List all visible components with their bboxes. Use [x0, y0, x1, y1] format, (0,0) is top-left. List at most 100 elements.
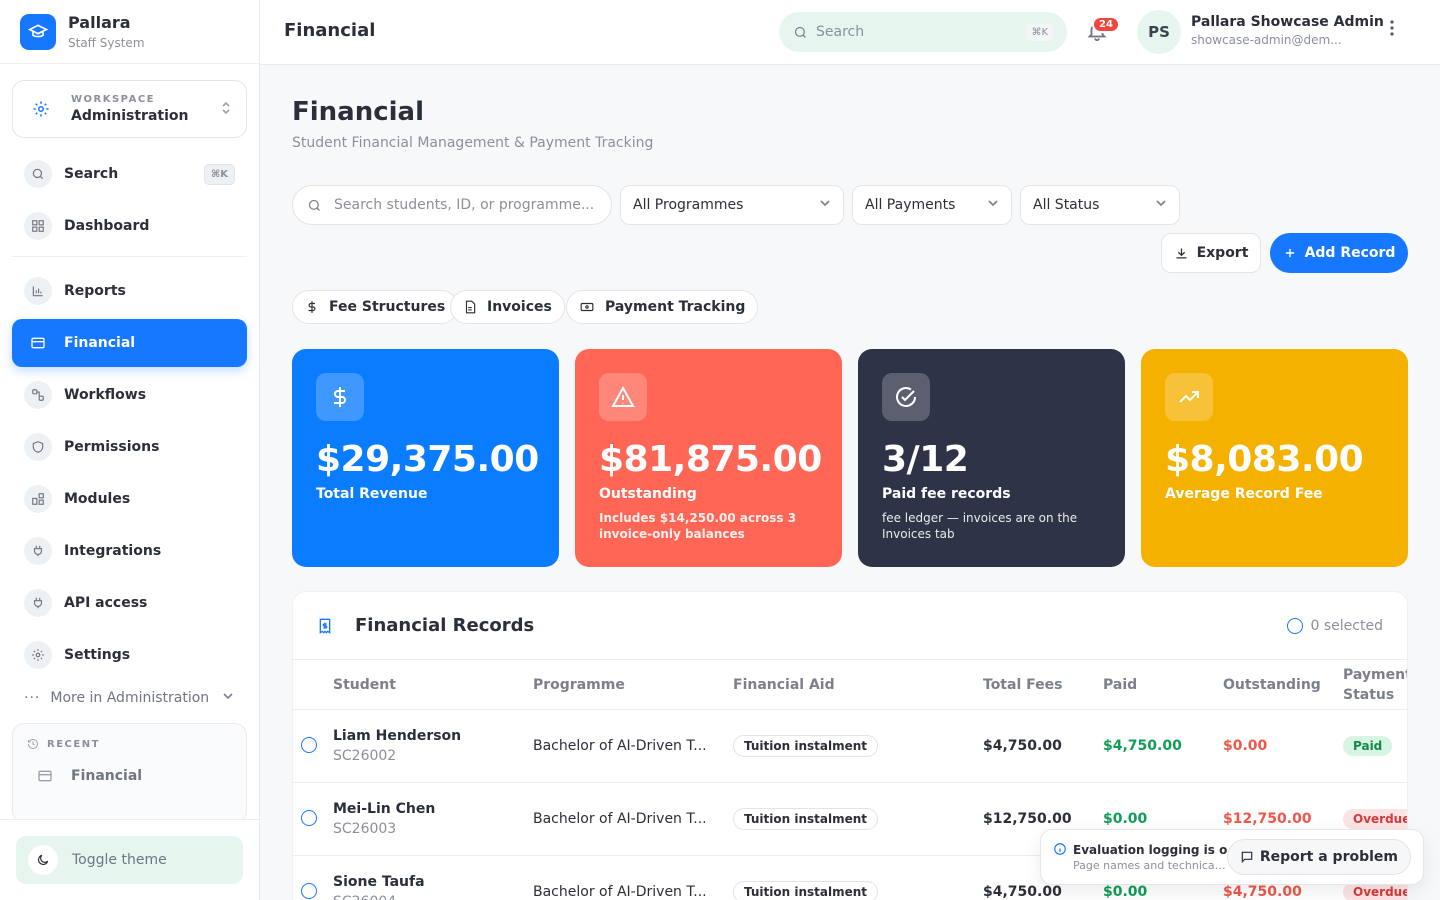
aid-badge: Tuition instalment — [733, 735, 879, 757]
workspace-kicker: WORKSPACE — [71, 94, 156, 105]
add-record-button[interactable]: Add Record — [1270, 233, 1408, 273]
sidebar-item-reports[interactable]: Reports — [12, 267, 247, 315]
alert-triangle-icon — [599, 373, 647, 421]
sidebar-item-label: Settings — [64, 647, 131, 663]
stat-card-paid-records: 3/12 Paid fee records fee ledger — invoi… — [858, 349, 1125, 567]
tab-payment-tracking[interactable]: Payment Tracking — [566, 290, 759, 324]
sidebar-item-search[interactable]: Search ⌘K — [12, 150, 247, 198]
chevron-down-icon — [819, 197, 831, 213]
plug-icon — [24, 589, 52, 617]
tab-invoices[interactable]: Invoices — [450, 290, 565, 324]
sidebar-item-financial[interactable]: Financial — [12, 319, 247, 367]
sidebar-item-settings[interactable]: Settings — [12, 631, 247, 679]
programme-select-value: All Programmes — [633, 197, 744, 213]
shortcut-hint: ⌘K — [203, 163, 235, 185]
column-header[interactable]: Financial Aid — [733, 677, 835, 693]
table-row[interactable]: Liam Henderson SC26002 Bachelor of AI-Dr… — [293, 710, 1407, 783]
recent-item-financial[interactable]: Financial — [27, 768, 232, 784]
column-header[interactable]: Programme — [533, 677, 625, 693]
stat-value: 3/12 — [882, 439, 969, 480]
receipt-icon — [317, 617, 333, 635]
status-select[interactable]: All Status — [1020, 185, 1180, 225]
report-problem-button[interactable]: Report a problem — [1226, 839, 1411, 875]
toggle-theme-button[interactable]: Toggle theme — [16, 836, 243, 884]
selection-label: 0 selected — [1310, 617, 1383, 634]
sidebar: Pallara Staff System WORKSPACE Administr… — [0, 0, 260, 900]
sidebar-item-integrations[interactable]: Integrations — [12, 527, 247, 575]
stat-note: Includes $14,250.00 across 3 invoice-onl… — [599, 511, 797, 541]
chevron-down-icon — [1155, 197, 1167, 213]
gear-icon — [24, 641, 52, 669]
stat-card-total-revenue: $29,375.00 Total Revenue — [292, 349, 559, 567]
row-checkbox[interactable] — [301, 737, 317, 753]
evaluation-logging-toast: Evaluation logging is on Page names and … — [1040, 829, 1424, 885]
sidebar-item-label: Integrations — [64, 543, 162, 559]
sidebar-item-workflows[interactable]: Workflows — [12, 371, 247, 419]
info-icon — [1053, 842, 1067, 856]
toggle-theme-label: Toggle theme — [72, 852, 167, 868]
avatar[interactable]: PS — [1137, 10, 1181, 54]
tab-fee-structures[interactable]: Fee Structures — [292, 290, 459, 324]
recent-panel: RECENT Financial — [12, 723, 247, 823]
export-label: Export — [1196, 245, 1249, 261]
more-dots-icon: ··· — [24, 690, 41, 706]
recent-item-label: Financial — [71, 768, 143, 784]
column-header[interactable]: Total Fees — [983, 677, 1062, 693]
global-search-input[interactable]: Search ⌘K — [779, 12, 1067, 52]
column-header[interactable]: Payment Status — [1343, 665, 1407, 705]
sidebar-item-api-access[interactable]: API access — [12, 579, 247, 627]
recent-title: RECENT — [47, 738, 100, 750]
status-badge: Overdue — [1343, 809, 1407, 829]
notification-badge: 24 — [1092, 16, 1120, 33]
row-checkbox[interactable] — [301, 883, 317, 899]
more-vertical-icon[interactable] — [1390, 20, 1394, 41]
programme-select[interactable]: All Programmes — [620, 185, 844, 225]
plus-icon — [1283, 246, 1297, 260]
status-badge: Paid — [1343, 736, 1393, 756]
column-header[interactable]: Outstanding — [1223, 677, 1321, 693]
select-all-checkbox[interactable] — [1286, 617, 1303, 634]
more-label: More in Administration — [50, 690, 210, 706]
stat-label: Paid fee records — [882, 486, 1011, 502]
outstanding-cell: $12,750.00 — [1223, 811, 1312, 827]
bar-chart-icon — [24, 277, 52, 305]
workspace-switcher[interactable]: WORKSPACE Administration — [12, 80, 247, 138]
more-in-workspace[interactable]: ··· More in Administration — [24, 690, 234, 706]
sidebar-nav: Search ⌘K Dashboard Reports Financial Wo… — [12, 150, 247, 683]
sidebar-item-dashboard[interactable]: Dashboard — [12, 202, 247, 250]
payments-select[interactable]: All Payments — [852, 185, 1012, 225]
sidebar-item-label: Reports — [64, 283, 126, 299]
records-search-input[interactable]: Search students, ID, or programme... — [292, 185, 612, 225]
shield-icon — [24, 433, 52, 461]
moon-icon — [28, 845, 58, 875]
paid-cell: $0.00 — [1103, 884, 1148, 900]
workflow-icon — [24, 381, 52, 409]
column-header[interactable]: Paid — [1103, 677, 1137, 693]
records-title: Financial Records — [355, 615, 535, 636]
shortcut-hint: ⌘K — [1026, 23, 1053, 41]
user-info[interactable]: Pallara Showcase Admin showcase-admin@de… — [1191, 14, 1384, 47]
export-button[interactable]: Export — [1161, 233, 1261, 273]
cash-icon — [579, 300, 595, 314]
chevron-down-icon — [222, 690, 234, 706]
graduation-cap-icon — [20, 13, 56, 50]
stat-label: Total Revenue — [316, 486, 428, 502]
total-fees-cell: $4,750.00 — [983, 738, 1062, 754]
column-header[interactable]: Student — [333, 677, 396, 693]
search-icon — [793, 25, 808, 40]
history-icon — [27, 738, 39, 750]
row-checkbox[interactable] — [301, 810, 317, 826]
sidebar-item-modules[interactable]: Modules — [12, 475, 247, 523]
download-icon — [1174, 246, 1189, 261]
page-title: Financial — [292, 97, 425, 127]
sidebar-item-label: Permissions — [64, 439, 160, 455]
dollar-icon — [305, 300, 319, 314]
stat-value: $81,875.00 — [599, 439, 822, 480]
card-icon — [37, 768, 53, 784]
sidebar-item-label: Financial — [64, 335, 136, 351]
student-name: Sione Taufa — [333, 874, 425, 890]
workspace-name: Administration — [71, 108, 189, 124]
tab-label: Fee Structures — [329, 299, 446, 315]
sidebar-item-permissions[interactable]: Permissions — [12, 423, 247, 471]
toast-subtitle: Page names and technical err... — [1073, 858, 1227, 872]
